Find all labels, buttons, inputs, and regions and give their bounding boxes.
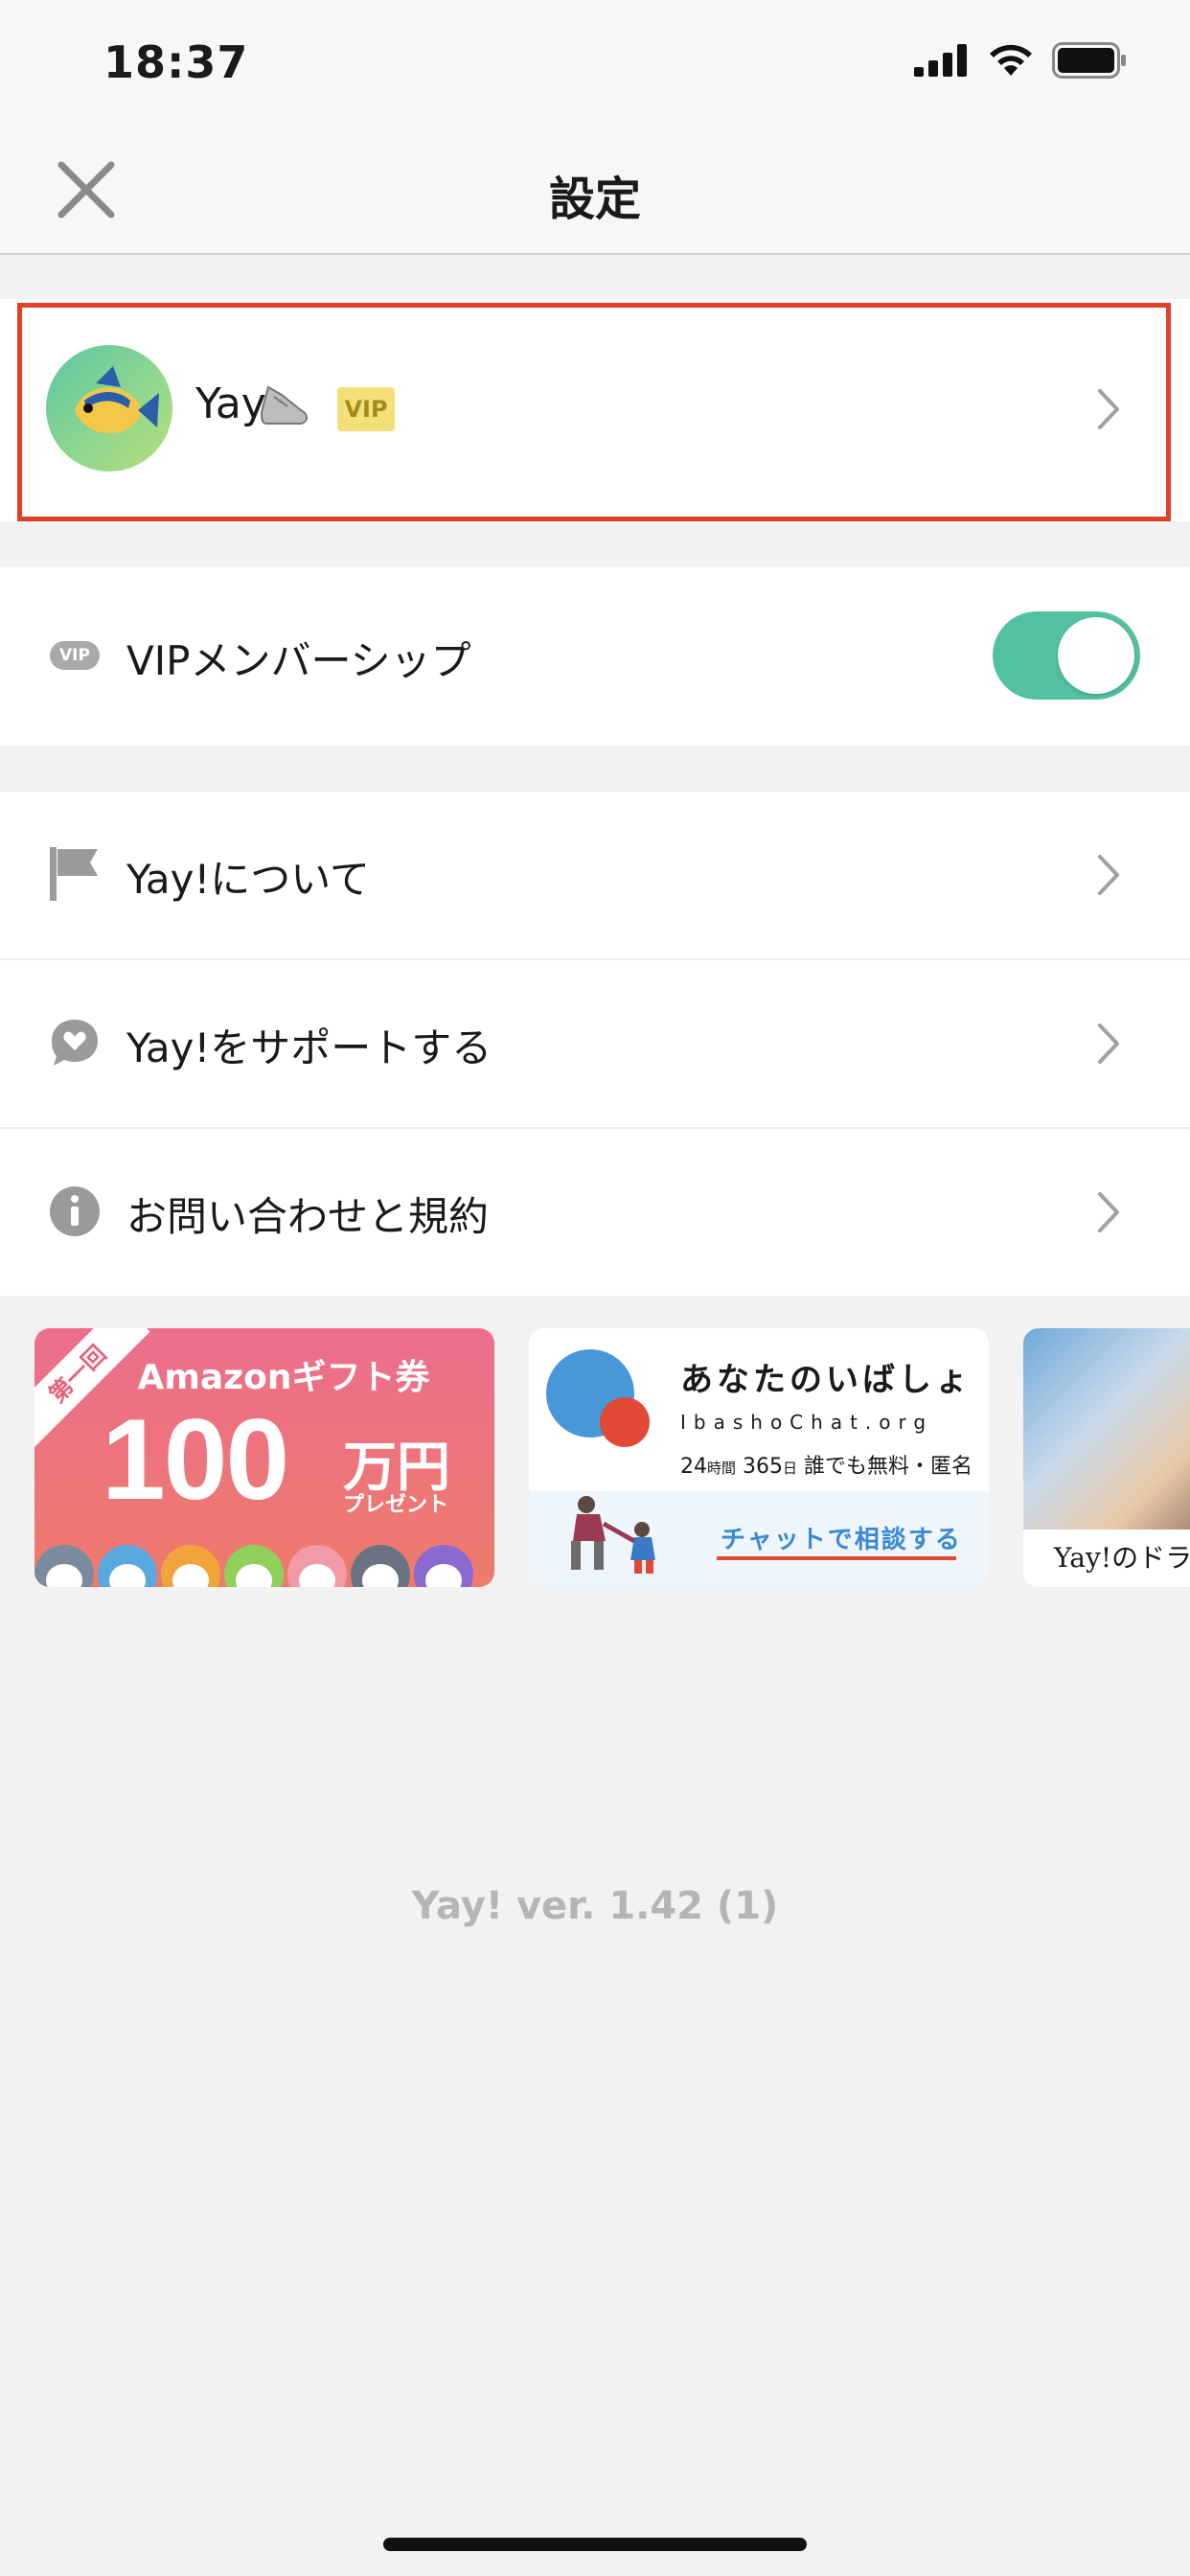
banner-ibasho-days-unit: 日 [783,1460,798,1477]
vip-chip: VIP [50,641,100,670]
status-icons [914,42,1129,79]
menu-item-label: お問い合わせと規約 [126,1193,490,1240]
heart-bubble-icon [48,1014,102,1071]
vip-membership-toggle[interactable] [993,611,1140,700]
selection-highlight [17,303,1171,521]
home-indicator[interactable] [383,2538,807,2551]
banner-ibasho-hours-num: 24 [680,1455,707,1479]
info-icon [48,1183,102,1240]
wifi-icon [990,44,1032,76]
flag-icon [48,845,102,903]
nav-bar: 設定 [0,125,1190,255]
menu-item-label: Yay!について [126,856,371,903]
banner-ibasho-tagline: 誰でも無料・匿名 [804,1455,973,1479]
chevron-right-icon [1098,1192,1119,1232]
banner-amazon-amount: 100 [102,1395,289,1524]
banner-drama-caption: Yay!のドラ [1023,1530,1190,1587]
banner-carousel[interactable]: 第一回 Amazonギフト券 100 万円 プレゼント あなたのいばしょ Iba… [0,1328,1190,1587]
signal-icon [914,44,967,77]
vip-membership-label: VIPメンバーシップ [126,637,471,684]
cta-underline [717,1556,956,1560]
toggle-knob [1058,617,1134,694]
banner-ibasho-days-num: 365 [743,1455,784,1479]
menu-item-contact-terms[interactable]: お問い合わせと規約 [0,1129,1190,1296]
chevron-right-icon [1098,855,1119,895]
app-version: Yay! ver. 1.42 (1) [411,1884,779,1928]
vip-chip-icon: VIP [48,627,102,684]
banner-ibasho-cta: チャットで相談する [721,1526,962,1554]
penguin-icon [414,1545,473,1587]
red-circle-icon [600,1397,650,1447]
banner-ibasho-title: あなたのいばしょ [680,1361,972,1399]
menu-item-about[interactable]: Yay!について [0,792,1190,958]
banner-drama[interactable]: Yay!のドラ [1023,1328,1190,1587]
status-bar: 18:37 [0,0,1190,125]
people-illustration-icon [571,1496,655,1574]
penguin-row [34,1545,473,1587]
banner-amazon-sub: プレゼント [343,1493,449,1517]
banner-ibasho-url: IbashoChat.org [680,1411,934,1434]
chevron-right-icon [1098,1024,1119,1064]
vip-membership-row: VIP VIPメンバーシップ [0,567,1190,746]
banner-ibasho-hours-unit: 時間 [707,1460,737,1477]
penguin-icon [98,1545,157,1587]
battery-icon [1052,42,1126,79]
penguin-icon [161,1545,220,1587]
penguin-icon [34,1545,94,1587]
banner-amazon-gift[interactable]: 第一回 Amazonギフト券 100 万円 プレゼント [34,1328,494,1587]
banner-ibasho[interactable]: あなたのいばしょ IbashoChat.org 24時間 365日 誰でも無料・… [529,1328,989,1587]
menu-item-support[interactable]: Yay!をサポートする [0,960,1190,1127]
drama-photo [1023,1328,1190,1530]
penguin-icon [287,1545,347,1587]
penguin-icon [351,1545,410,1587]
menu-item-label: Yay!をサポートする [126,1024,492,1071]
penguin-icon [224,1545,284,1587]
banner-amazon-title: Amazonギフト券 [137,1358,430,1397]
banner-ibasho-sub: 24時間 365日 誰でも無料・匿名 [680,1449,973,1480]
status-time: 18:37 [103,36,249,88]
page-title: 設定 [548,172,641,226]
